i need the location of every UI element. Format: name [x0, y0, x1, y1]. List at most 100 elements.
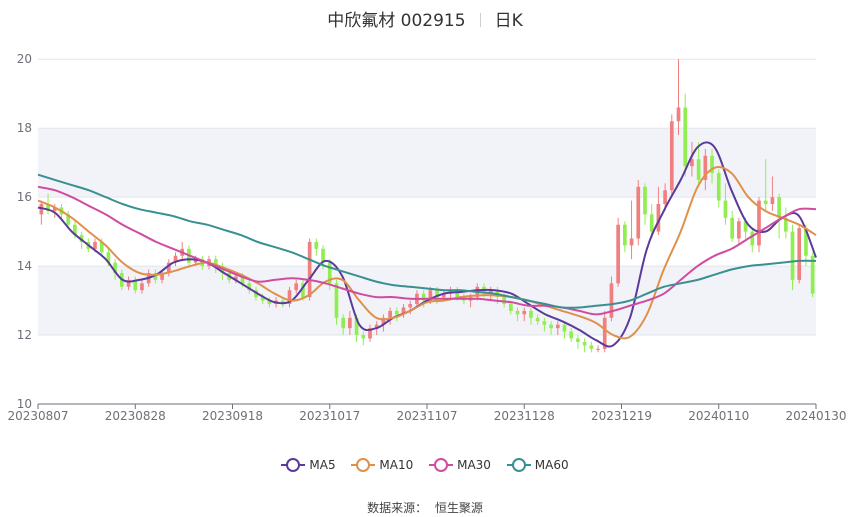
legend-label-ma5: MA5 — [309, 458, 336, 472]
candle — [576, 335, 580, 349]
y-bands — [38, 128, 816, 336]
candle-body — [348, 317, 352, 329]
candle-body — [388, 310, 392, 318]
candle-body — [582, 341, 587, 346]
candle-body — [307, 241, 312, 298]
candle-body — [616, 224, 620, 284]
candle-body — [361, 335, 366, 339]
x-tick-label: 20231017 — [299, 409, 360, 423]
candle — [810, 252, 815, 298]
candle-body — [535, 317, 540, 322]
candle-body — [629, 238, 634, 246]
x-tick-label: 20230807 — [7, 409, 68, 423]
candle-body — [750, 231, 755, 246]
candle-body — [669, 121, 674, 191]
candle-body — [93, 241, 97, 249]
x-tick-label: 20240130 — [785, 409, 846, 423]
candle — [737, 217, 741, 246]
x-tick-label: 20230918 — [202, 409, 263, 423]
x-tick-label: 20230828 — [105, 409, 166, 423]
candle-body — [797, 228, 802, 280]
legend-item-ma30[interactable]: MA30 — [429, 458, 491, 472]
candle — [629, 200, 634, 260]
candle-body — [636, 186, 641, 239]
source-label: 数据来源： — [367, 501, 428, 515]
legend-swatch-ma30 — [429, 458, 454, 472]
candle-body — [576, 338, 580, 342]
legend-item-ma10[interactable]: MA10 — [351, 458, 413, 472]
source-value: 恒生聚源 — [434, 501, 483, 515]
y-tick-label: 20 — [17, 52, 32, 66]
candle — [582, 338, 587, 353]
y-tick-labels: 101214161820 — [17, 52, 32, 411]
candle-body — [730, 217, 735, 239]
candle-body — [555, 324, 560, 329]
y-tick-label: 12 — [17, 328, 32, 342]
candle — [39, 200, 44, 225]
legend-swatch-ma5 — [281, 458, 306, 472]
legend-item-ma60[interactable]: MA60 — [506, 458, 569, 472]
x-tick-label: 20231128 — [494, 409, 555, 423]
legend-label-ma30: MA30 — [457, 458, 491, 472]
candle-body — [408, 304, 413, 308]
candle-body — [542, 321, 547, 325]
candle-body — [515, 310, 520, 315]
candle-body — [643, 186, 647, 215]
candle — [623, 221, 627, 253]
candle-body — [569, 331, 574, 339]
x-tick-label: 20240110 — [688, 409, 749, 423]
x-tick-label: 20231107 — [396, 409, 457, 423]
candle — [716, 169, 721, 208]
candle — [730, 210, 735, 242]
candle-body — [763, 200, 768, 205]
candle-body — [314, 241, 319, 249]
candle-body — [522, 310, 527, 315]
candle-body — [696, 159, 701, 180]
y-tick-label: 16 — [17, 190, 32, 204]
candle — [683, 93, 688, 177]
candle-body — [529, 310, 533, 318]
candle — [596, 345, 600, 353]
candle-body — [623, 224, 627, 246]
candle-body — [549, 324, 553, 329]
candle-body — [508, 304, 513, 311]
candle-body — [716, 173, 721, 201]
candle — [643, 183, 647, 225]
candle — [797, 224, 802, 284]
candle — [669, 114, 674, 198]
candle-body — [649, 214, 654, 232]
candle — [173, 252, 178, 267]
candle-body — [777, 197, 781, 218]
candle — [676, 59, 681, 136]
candle — [783, 207, 788, 239]
legend-swatch-ma60 — [506, 458, 531, 472]
candle-body — [676, 107, 681, 122]
y-tick-label: 14 — [17, 259, 32, 273]
candle-body — [663, 190, 667, 205]
candle-body — [334, 283, 339, 318]
candle-body — [140, 283, 144, 291]
candle — [750, 228, 755, 253]
candle-body — [394, 310, 399, 315]
candle — [307, 238, 312, 301]
candle-body — [341, 317, 346, 329]
candle — [636, 179, 641, 246]
candle-body — [596, 348, 600, 350]
kline-chart: 101214161820 20230807 20230828 20230918 202… — [7, 52, 846, 423]
candle — [589, 341, 594, 353]
legend-label-ma60: MA60 — [534, 458, 569, 472]
candle-body — [737, 221, 741, 239]
candle-body — [683, 107, 688, 167]
candle-body — [562, 324, 567, 332]
candle-body — [770, 197, 775, 205]
legend-swatch-ma10 — [351, 458, 376, 472]
candle-body — [589, 345, 594, 349]
x-tick-label: 20231219 — [591, 409, 652, 423]
x-tick-labels: 20230807 20230828 20230918 20231017 20231107… — [7, 409, 846, 423]
candle-body — [723, 200, 728, 218]
candle-body — [790, 231, 795, 280]
legend-item-ma5[interactable]: MA5 — [281, 458, 336, 472]
candle-body — [294, 283, 299, 291]
candle — [180, 241, 185, 260]
data-source: 数据来源： 恒生聚源 — [0, 499, 850, 516]
